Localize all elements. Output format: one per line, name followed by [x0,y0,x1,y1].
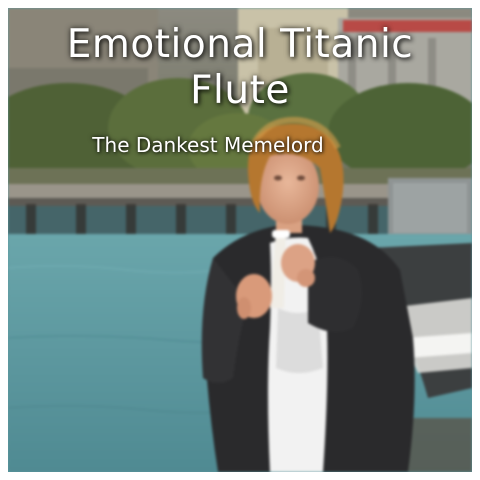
meme-title-line2: Flute [190,68,290,113]
meme-title-line1: Emotional Titanic [66,22,414,67]
meme-subtitle: The Dankest Memelord [92,133,324,157]
meme-image-frame: Emotional Titanic Flute The Dankest Meme… [8,8,472,472]
